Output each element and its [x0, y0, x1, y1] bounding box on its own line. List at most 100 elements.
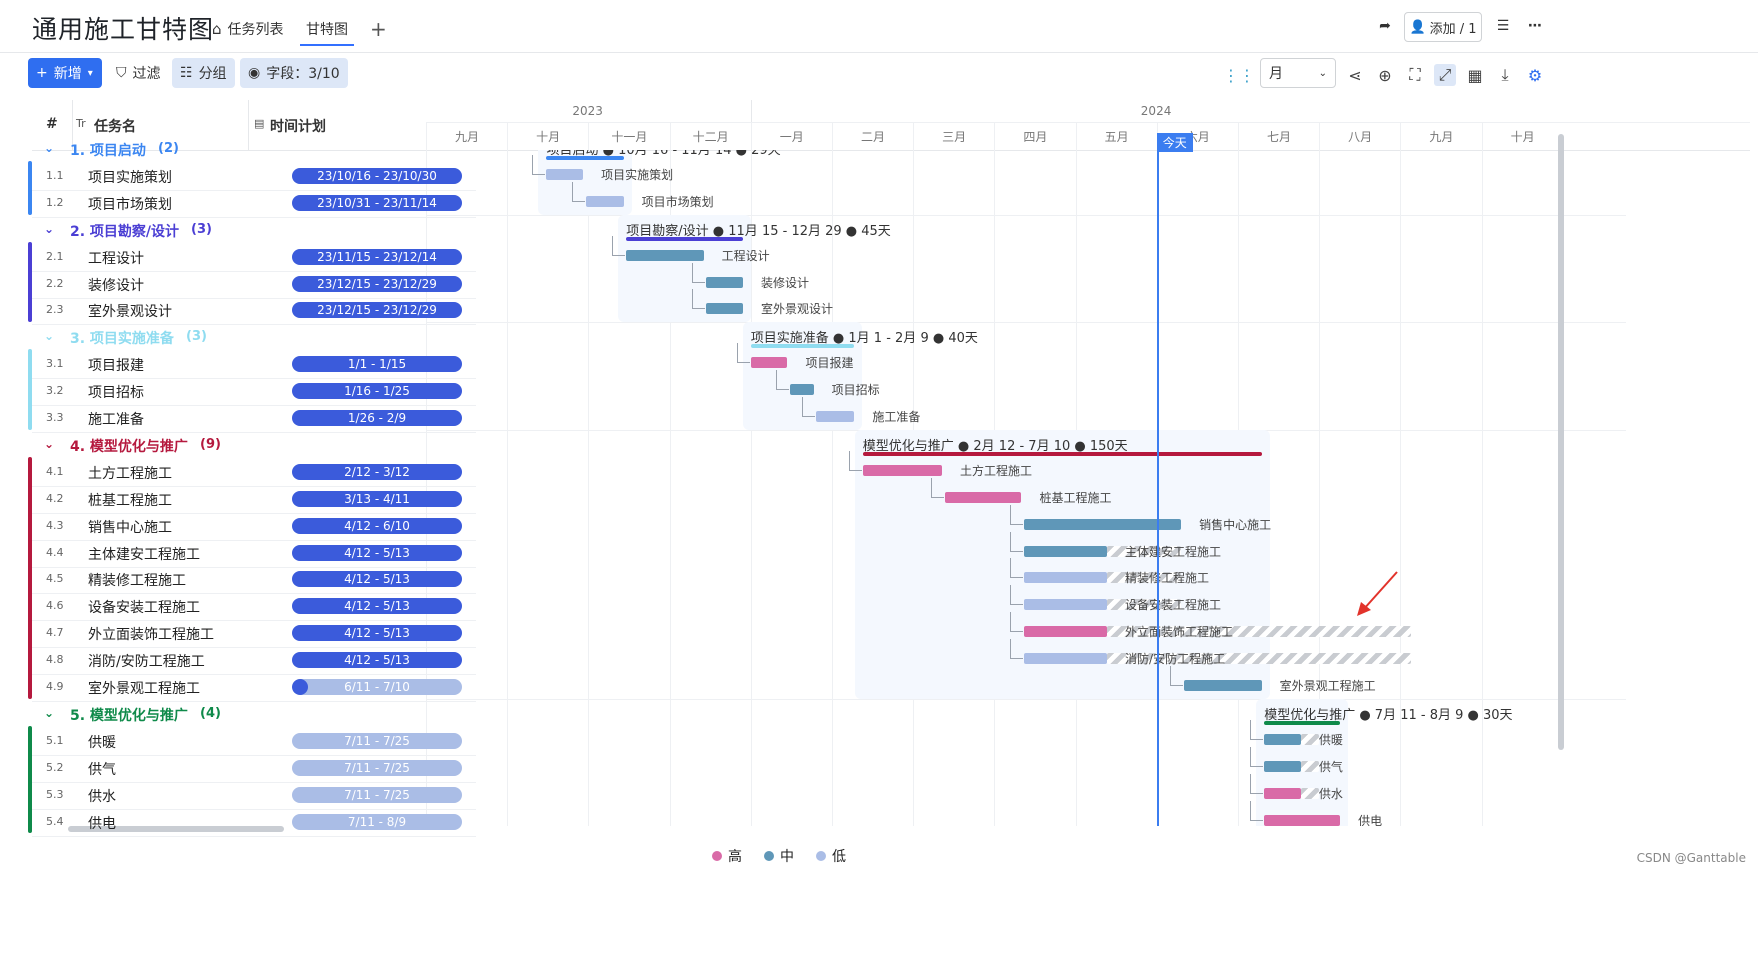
table-row[interactable]: 5.4 供电 7/11 - 8/9: [32, 807, 476, 837]
task-bar[interactable]: [1183, 680, 1262, 691]
time-plan-pill[interactable]: 4/12 - 5/13: [292, 544, 462, 561]
time-plan-pill[interactable]: 7/11 - 7/25: [292, 732, 462, 749]
chevron-down-icon[interactable]: ⌄: [44, 141, 54, 155]
critical-path-icon[interactable]: ⋮⋮: [1223, 64, 1255, 86]
time-plan-pill[interactable]: 4/12 - 5/13: [292, 652, 462, 669]
task-name[interactable]: 设备安装工程施工: [88, 597, 200, 617]
task-bar[interactable]: [1024, 572, 1108, 584]
time-plan-pill[interactable]: 7/11 - 7/25: [292, 759, 462, 776]
time-plan-pill[interactable]: 7/11 - 8/9: [292, 813, 462, 830]
share-icon[interactable]: ➦: [1374, 12, 1396, 40]
task-bar[interactable]: [1264, 760, 1301, 772]
new-button[interactable]: + 新增 ▾: [28, 58, 102, 88]
more-icon[interactable]: ⋯: [1524, 12, 1546, 40]
col-plan[interactable]: 时间计划: [270, 116, 326, 136]
task-name[interactable]: 工程设计: [88, 248, 144, 268]
table-row[interactable]: 4.9 室外景观工程施工 6/11 - 7/10: [32, 672, 476, 702]
task-bar[interactable]: [750, 357, 788, 369]
task-bar[interactable]: [585, 195, 624, 207]
group-header[interactable]: ⌄ 5. 模型优化与推广 (4): [32, 699, 476, 729]
time-plan-pill[interactable]: 4/12 - 5/13: [292, 625, 462, 642]
time-plan-pill[interactable]: 23/12/15 - 23/12/29: [292, 302, 462, 319]
task-name[interactable]: 供气: [88, 759, 116, 779]
group-header[interactable]: ⌄ 3. 项目实施准备 (3): [32, 322, 476, 352]
fields-button[interactable]: ◉ 字段：3/10: [240, 58, 348, 88]
add-member-button[interactable]: 👤 添加 / 1: [1404, 12, 1482, 42]
time-plan-pill[interactable]: 7/11 - 7/25: [292, 786, 462, 803]
chevron-down-icon[interactable]: ⌄: [44, 437, 54, 451]
time-plan-pill[interactable]: 1/26 - 2/9: [292, 410, 462, 426]
dependency-icon[interactable]: ⋖: [1344, 64, 1366, 86]
scale-select[interactable]: 月 ⌄: [1260, 58, 1336, 88]
task-name[interactable]: 装修设计: [88, 275, 144, 295]
task-name[interactable]: 销售中心施工: [88, 517, 172, 537]
time-plan-pill[interactable]: 23/10/31 - 23/11/14: [292, 194, 462, 211]
time-plan-pill[interactable]: 4/12 - 5/13: [292, 571, 462, 588]
task-name[interactable]: 项目报建: [88, 355, 144, 375]
table-row[interactable]: 1.1 项目实施策划 23/10/16 - 23/10/30: [32, 161, 476, 191]
table-row[interactable]: 4.3 销售中心施工 4/12 - 6/10: [32, 511, 476, 541]
group-summary-bar[interactable]: [626, 236, 743, 241]
task-bar[interactable]: [944, 491, 1022, 503]
table-row[interactable]: 1.2 项目市场策划 23/10/31 - 23/11/14: [32, 188, 476, 218]
task-bar[interactable]: [706, 303, 743, 315]
task-name[interactable]: 施工准备: [88, 409, 144, 429]
download-icon[interactable]: ⤓: [1494, 64, 1516, 86]
task-bar[interactable]: [862, 464, 942, 476]
chevron-down-icon[interactable]: ⌄: [44, 706, 54, 720]
table-row[interactable]: 3.2 项目招标 1/16 - 1/25: [32, 376, 476, 407]
time-plan-pill[interactable]: 23/10/16 - 23/10/30: [292, 167, 462, 184]
vertical-scrollbar[interactable]: [1558, 134, 1564, 750]
task-name[interactable]: 消防/安防工程施工: [88, 651, 205, 671]
task-name[interactable]: 室外景观设计: [88, 301, 172, 321]
task-name[interactable]: 外立面装饰工程施工: [88, 624, 214, 644]
task-name[interactable]: 项目实施策划: [88, 167, 172, 187]
fit-screen-icon[interactable]: ⛶: [1404, 64, 1426, 86]
table-row[interactable]: 4.1 土方工程施工 2/12 - 3/12: [32, 457, 476, 487]
locate-icon[interactable]: ⊕: [1374, 64, 1396, 86]
expand-icon[interactable]: ⤢: [1434, 64, 1456, 86]
table-row[interactable]: 4.8 消防/安防工程施工 4/12 - 5/13: [32, 645, 476, 676]
time-plan-pill[interactable]: 6/11 - 7/10: [292, 679, 462, 695]
time-plan-pill[interactable]: 2/12 - 3/12: [292, 463, 462, 480]
task-name[interactable]: 项目市场策划: [88, 194, 172, 214]
task-bar[interactable]: [546, 168, 584, 180]
task-name[interactable]: 土方工程施工: [88, 463, 172, 483]
task-name[interactable]: 供暖: [88, 732, 116, 752]
task-bar[interactable]: [626, 249, 704, 261]
group-header[interactable]: ⌄ 2. 项目勘察/设计 (3): [32, 215, 476, 245]
tab-task-list[interactable]: ⌂ 任务列表: [212, 14, 284, 44]
chevron-down-icon[interactable]: ⌄: [44, 222, 54, 236]
table-row[interactable]: 3.3 施工准备 1/26 - 2/9: [32, 403, 476, 433]
table-row[interactable]: 5.1 供暖 7/11 - 7/25: [32, 726, 476, 756]
task-bar[interactable]: [816, 411, 855, 422]
group-summary-bar[interactable]: [862, 451, 1262, 456]
task-bar[interactable]: [1024, 653, 1108, 665]
col-name[interactable]: 任务名: [94, 116, 136, 136]
chevron-down-icon[interactable]: ⌄: [44, 329, 54, 343]
time-plan-pill[interactable]: 23/11/15 - 23/12/14: [292, 248, 462, 265]
task-name[interactable]: 主体建安工程施工: [88, 544, 200, 564]
task-bar[interactable]: [706, 276, 743, 288]
table-row[interactable]: 4.2 桩基工程施工 3/13 - 4/11: [32, 484, 476, 514]
time-plan-pill[interactable]: 23/12/15 - 23/12/29: [292, 275, 462, 292]
time-plan-pill[interactable]: 4/12 - 5/13: [292, 598, 462, 615]
task-name[interactable]: 桩基工程施工: [88, 490, 172, 510]
task-bar[interactable]: [1024, 599, 1108, 611]
table-row[interactable]: 3.1 项目报建 1/1 - 1/15: [32, 349, 476, 380]
time-plan-pill[interactable]: 4/12 - 6/10: [292, 517, 462, 534]
task-name[interactable]: 项目招标: [88, 382, 144, 402]
time-plan-pill[interactable]: 1/16 - 1/25: [292, 383, 462, 400]
task-bar[interactable]: [1264, 787, 1301, 799]
group-button[interactable]: ☷ 分组: [172, 58, 235, 88]
task-name[interactable]: 供水: [88, 786, 116, 806]
settings-gear-icon[interactable]: ⚙: [1524, 64, 1546, 86]
task-bar[interactable]: [790, 384, 814, 396]
table-row[interactable]: 4.4 主体建安工程施工 4/12 - 5/13: [32, 538, 476, 568]
task-bar[interactable]: [1024, 626, 1108, 638]
table-row[interactable]: 5.3 供水 7/11 - 7/25: [32, 780, 476, 810]
time-plan-pill[interactable]: 1/1 - 1/15: [292, 356, 462, 373]
table-row[interactable]: 4.6 设备安装工程施工 4/12 - 5/13: [32, 591, 476, 622]
time-plan-pill[interactable]: 3/13 - 4/11: [292, 490, 462, 507]
table-row[interactable]: 4.5 精装修工程施工 4/12 - 5/13: [32, 564, 476, 595]
